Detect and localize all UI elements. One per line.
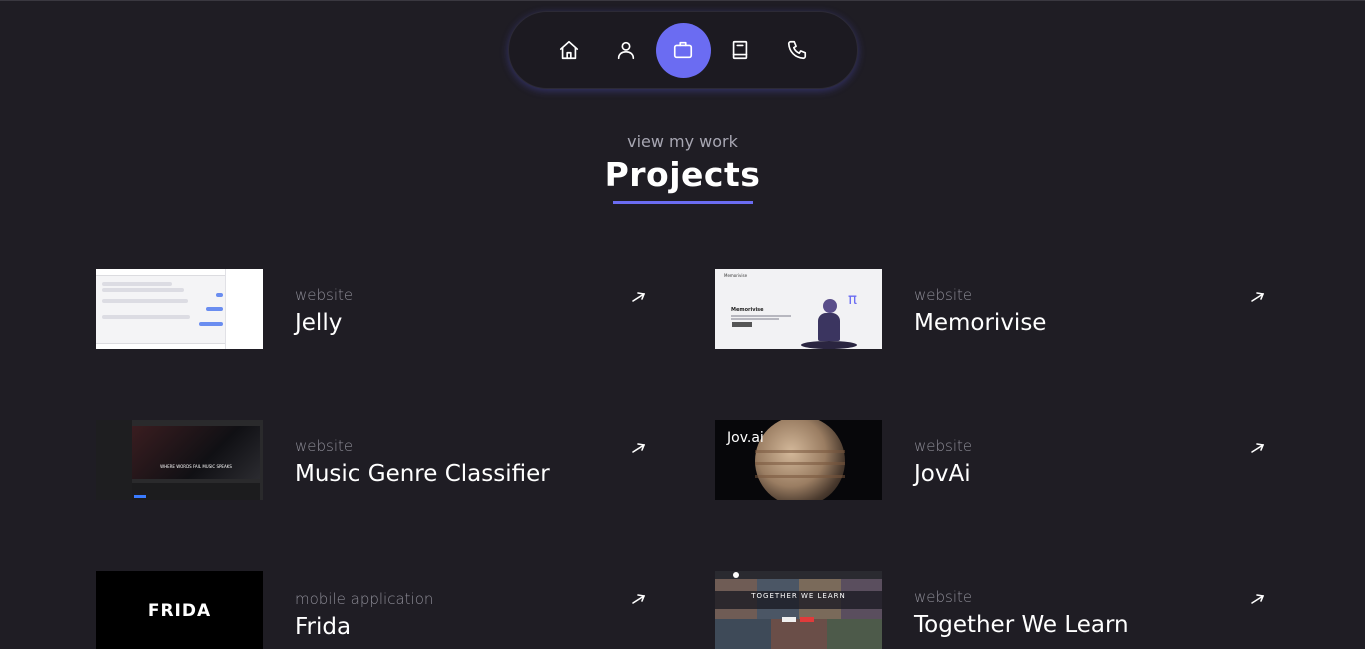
- open-project-arrow[interactable]: [1250, 440, 1266, 456]
- thumbnail-header: Memorivise: [724, 273, 748, 278]
- project-name[interactable]: Together We Learn: [914, 612, 1129, 638]
- thumbnail-banner: TOGETHER WE LEARN: [751, 592, 846, 600]
- project-card[interactable]: Memorivise Memorivise π website Memorivi…: [715, 269, 1275, 351]
- project-type: website: [295, 437, 354, 455]
- project-card[interactable]: Jov.ai website JovAi: [715, 420, 1275, 502]
- open-project-arrow[interactable]: [631, 440, 647, 456]
- project-type: website: [914, 437, 973, 455]
- project-type: website: [295, 286, 354, 304]
- open-project-arrow[interactable]: [631, 591, 647, 607]
- project-name[interactable]: Music Genre Classifier: [295, 461, 550, 487]
- project-thumbnail[interactable]: Jov.ai: [715, 420, 882, 500]
- arrow-up-right-icon: [632, 443, 646, 453]
- project-card[interactable]: TOGETHER WE LEARN website Together We Le…: [715, 571, 1275, 649]
- project-type: website: [914, 286, 973, 304]
- nav-projects-button[interactable]: [655, 22, 711, 78]
- thumbnail-banner: WHERE WORDS FAIL MUSIC SPEAKS: [160, 464, 232, 469]
- book-icon: [732, 40, 748, 60]
- project-type: mobile application: [295, 590, 434, 608]
- open-project-arrow[interactable]: [1250, 591, 1266, 607]
- project-thumbnail[interactable]: Memorivise Memorivise π: [715, 269, 882, 349]
- briefcase-icon: [673, 41, 693, 59]
- project-thumbnail[interactable]: FRIDA: [96, 571, 263, 649]
- open-project-arrow[interactable]: [1250, 289, 1266, 305]
- open-project-arrow[interactable]: [631, 289, 647, 305]
- arrow-up-right-icon: [1251, 594, 1265, 604]
- arrow-up-right-icon: [632, 594, 646, 604]
- project-name[interactable]: Jelly: [295, 310, 353, 336]
- title-underline: [613, 201, 753, 204]
- home-icon: [559, 40, 579, 60]
- project-card[interactable]: FRIDA mobile application Frida: [96, 571, 656, 649]
- thumbnail-heading: Memorivise: [731, 307, 764, 313]
- thumbnail-logo: FRIDA: [147, 601, 212, 621]
- thumbnail-logo: Jov.ai: [727, 430, 764, 446]
- project-card[interactable]: WHERE WORDS FAIL MUSIC SPEAKS website Mu…: [96, 420, 656, 502]
- project-thumbnail[interactable]: [96, 269, 263, 349]
- section-subtitle: view my work: [627, 132, 738, 151]
- thumbnail-symbol: π: [848, 290, 858, 308]
- page-title: Projects: [604, 155, 761, 194]
- nav-contact-button[interactable]: [770, 23, 825, 78]
- project-name[interactable]: Frida: [295, 614, 433, 640]
- arrow-up-right-icon: [632, 292, 646, 302]
- phone-icon: [787, 40, 807, 60]
- arrow-up-right-icon: [1251, 292, 1265, 302]
- top-nav: [508, 11, 858, 89]
- project-card[interactable]: website Jelly: [96, 269, 656, 351]
- arrow-up-right-icon: [1251, 443, 1265, 453]
- project-name[interactable]: Memorivise: [914, 310, 1046, 336]
- project-name[interactable]: JovAi: [914, 461, 972, 487]
- nav-resume-button[interactable]: [713, 23, 768, 78]
- project-thumbnail[interactable]: TOGETHER WE LEARN: [715, 571, 882, 649]
- nav-home-button[interactable]: [542, 23, 597, 78]
- project-thumbnail[interactable]: WHERE WORDS FAIL MUSIC SPEAKS: [96, 420, 263, 500]
- nav-about-button[interactable]: [599, 23, 654, 78]
- project-type: website: [914, 588, 973, 606]
- user-icon: [617, 41, 635, 60]
